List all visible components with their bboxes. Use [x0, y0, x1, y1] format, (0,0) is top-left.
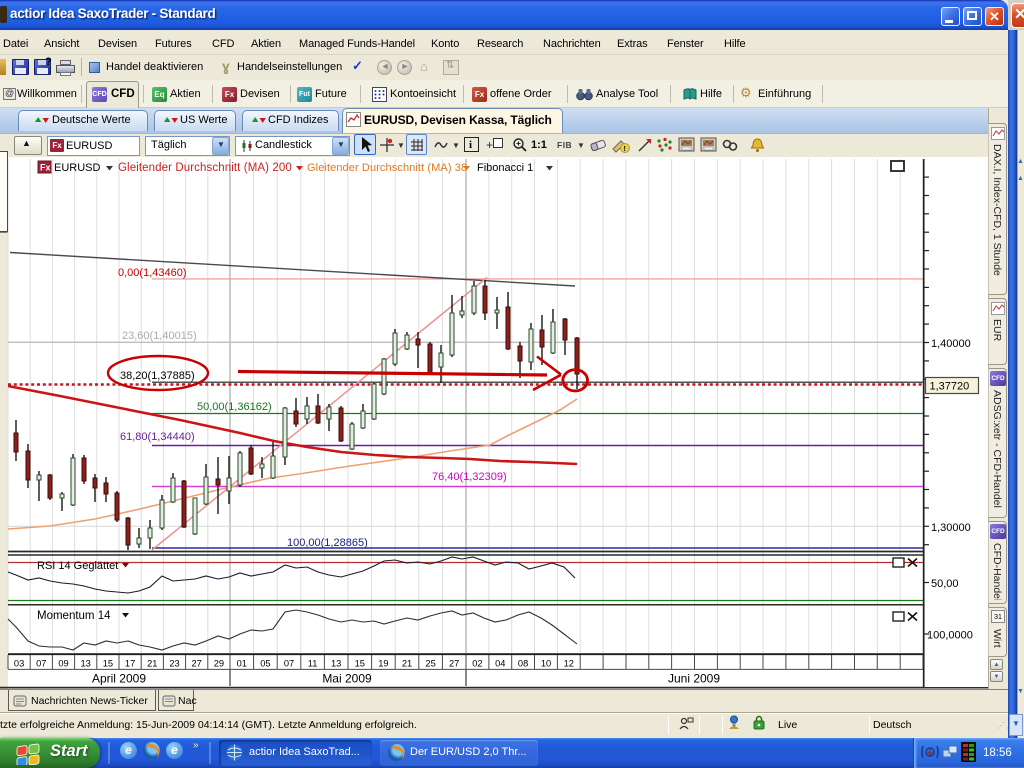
svg-text:15: 15: [355, 659, 365, 669]
svg-text:27: 27: [449, 659, 459, 669]
svg-text:12: 12: [564, 659, 574, 669]
svg-text:11: 11: [308, 659, 318, 669]
svg-text:100,0000: 100,0000: [927, 630, 973, 642]
svg-text:05: 05: [260, 659, 270, 669]
svg-text:25: 25: [425, 659, 435, 669]
svg-text:09: 09: [58, 659, 68, 669]
svg-text:50,00: 50,00: [931, 578, 959, 590]
svg-text:38,20(1,37885): 38,20(1,37885): [120, 370, 195, 382]
svg-text:1,37720: 1,37720: [930, 381, 970, 393]
svg-text:29: 29: [214, 659, 224, 669]
svg-text:Juni 2009: Juni 2009: [668, 672, 720, 686]
svg-text:02: 02: [472, 659, 482, 669]
svg-text:Fibonacci 1: Fibonacci 1: [477, 162, 533, 174]
svg-text:10: 10: [541, 659, 551, 669]
svg-text:04: 04: [495, 659, 505, 669]
svg-text:61,80(1,34440): 61,80(1,34440): [120, 431, 195, 443]
svg-text:April 2009: April 2009: [92, 672, 146, 686]
svg-text:03: 03: [14, 659, 24, 669]
svg-text:Momentum 14: Momentum 14: [37, 610, 111, 622]
svg-text:01: 01: [237, 659, 247, 669]
svg-text:19: 19: [378, 659, 388, 669]
svg-text:27: 27: [192, 659, 202, 669]
svg-text:13: 13: [81, 659, 91, 669]
svg-text:15: 15: [103, 659, 113, 669]
svg-text:RSI 14 Geglättet: RSI 14 Geglättet: [37, 560, 118, 572]
svg-text:50,00(1,36162): 50,00(1,36162): [197, 401, 272, 413]
svg-text:!: !: [624, 146, 626, 153]
svg-text:EURUSD: EURUSD: [54, 162, 101, 174]
svg-text:Gleitender Durchschnitt (MA) 3: Gleitender Durchschnitt (MA) 38: [307, 162, 467, 174]
svg-text:100,00(1,28865): 100,00(1,28865): [287, 537, 368, 549]
svg-text:07: 07: [284, 659, 294, 669]
svg-text:21: 21: [147, 659, 157, 669]
svg-text:21: 21: [402, 659, 412, 669]
svg-text:17: 17: [125, 659, 135, 669]
svg-text:08: 08: [518, 659, 528, 669]
svg-text:1,30000: 1,30000: [931, 522, 971, 534]
svg-text:Fx: Fx: [40, 163, 51, 173]
svg-text:07: 07: [36, 659, 46, 669]
svg-text:23: 23: [169, 659, 179, 669]
svg-text:Mai 2009: Mai 2009: [322, 672, 372, 686]
svg-text:Gleitender Durchschnitt (MA) 2: Gleitender Durchschnitt (MA) 200: [118, 162, 292, 174]
svg-text:13: 13: [331, 659, 341, 669]
svg-text:76,40(1,32309): 76,40(1,32309): [432, 471, 507, 483]
svg-text:23,60(1,40015): 23,60(1,40015): [122, 330, 197, 342]
svg-text:0,00(1,43460): 0,00(1,43460): [118, 267, 187, 279]
svg-text:1,40000: 1,40000: [931, 338, 971, 350]
